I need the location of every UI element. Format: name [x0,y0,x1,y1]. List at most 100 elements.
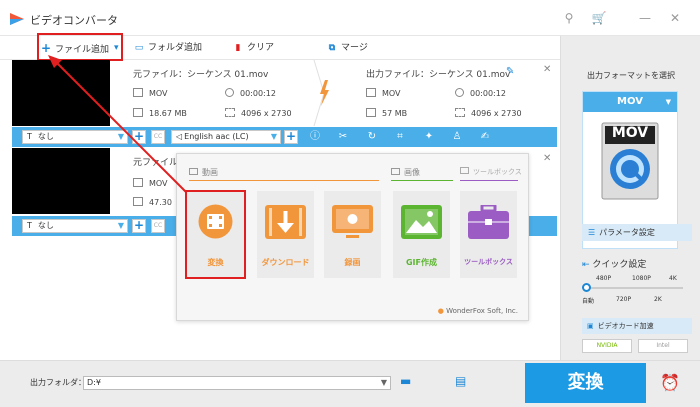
source-duration: 00:00:12 [225,88,276,98]
merge-icon: ⧉ [328,43,336,53]
video-format-icon [133,178,143,187]
image-group-icon [391,168,400,175]
gif-tile[interactable]: GIF作成 [393,191,450,278]
add-folder-button[interactable]: ▭ フォルダ追加 [133,36,202,60]
image-icon [401,205,442,239]
edit-output-icon[interactable]: ✎ [506,66,514,77]
chevron-down-icon: ▼ [117,132,124,141]
output-folder-label: 出力フォルダ： [30,378,86,387]
merge-button[interactable]: ⧉ マージ [326,36,368,60]
popup-brand: ● WonderFox Soft, Inc. [437,307,518,315]
resolution-icon [455,108,465,117]
toolbox-tile-label: ツールボックス [464,258,513,266]
effects-icon[interactable]: ✦ [422,130,436,144]
file-thumbnail[interactable] [12,60,110,126]
output-folder-field[interactable]: D:¥ ▼ [83,376,391,390]
browse-folder-icon[interactable]: ▬ [400,374,411,388]
clear-label: クリア [247,43,275,53]
chevron-down-icon: ▼ [117,221,124,230]
speaker-icon: ◁ [176,132,183,141]
output-format: MOV [366,88,401,98]
format-title: 出力フォーマットを選択 [587,71,675,80]
file-size-icon [133,108,143,117]
text-icon: T [27,221,32,230]
add-subtitle-button[interactable]: + [132,219,146,233]
clock-icon [225,88,234,97]
screen-record-icon [332,205,373,238]
remove-file-icon[interactable]: ✕ [543,153,551,164]
gpu-acceleration-button[interactable]: ▣ ビデオカード加速 [582,318,692,334]
file-size-icon [133,197,143,206]
video-group-icon [189,168,198,175]
convert-button[interactable]: 変換 [525,363,646,403]
subtitle-edit-icon[interactable]: ✍ [478,130,492,144]
add-subtitle-button[interactable]: + [132,130,146,144]
source-size: 47.30 [133,197,172,207]
app-logo-icon [10,13,24,25]
source-size: 18.67 MB [133,108,187,118]
toolbox-tile[interactable]: ツールボックス [460,191,517,278]
feature-popup: 動画 画像 ツールボックス 変換 ダウンロード 録画 GIF作成 ツールボックス… [176,153,529,321]
title-bar: ビデオコンバータ ⚲ 🛒 — ✕ [0,0,700,36]
download-tile[interactable]: ダウンロード [257,191,314,278]
watermark-icon[interactable]: ♙ [450,130,464,144]
add-audio-button[interactable]: + [284,130,298,144]
quick-slider-track[interactable] [585,287,683,289]
wonderfox-logo-icon: ● [437,307,444,315]
subtitle-select[interactable]: T なし ▼ [22,219,128,233]
audio-select[interactable]: ◁ English aac (LC) ▼ [171,130,281,144]
parameter-settings-button[interactable]: ☰ パラメータ設定 [582,224,692,241]
crop-icon[interactable]: ⌗ [393,130,407,144]
file-size-icon [366,108,376,117]
close-icon[interactable]: ✕ [666,10,684,26]
source-resolution: 4096 x 2730 [225,108,292,118]
remove-file-icon[interactable]: ✕ [543,64,551,75]
subtitle-select[interactable]: T なし ▼ [22,130,128,144]
info-icon[interactable]: ⓘ [308,130,322,144]
video-group-line [189,180,379,181]
merge-label: マージ [341,43,368,53]
rotate-icon[interactable]: ↻ [365,130,379,144]
intel-badge[interactable]: Intel [638,339,688,353]
quick-slider-handle[interactable] [582,283,591,292]
cart-icon[interactable]: 🛒 [590,10,608,26]
cc-icon[interactable]: CC [151,219,165,233]
clear-button[interactable]: ▮ クリア [232,36,275,60]
clock-icon [455,88,464,97]
folder-icon: ▭ [134,43,144,53]
right-panel: 出力フォーマットを選択 MOV ▼ MOV ☰ パラメータ設定 ⇤ クイック設定 4… [560,36,700,360]
minimize-icon[interactable]: — [636,10,654,26]
toolbox-group-line [460,180,518,181]
toolbox-group-icon [460,167,469,174]
bottom-bar: 出力フォルダ： D:¥ ▼ ▬ ▤ 変換 ⏰ [0,360,700,407]
scissors-icon[interactable]: ✂ [336,130,350,144]
download-icon [265,205,306,239]
output-file-name: 出力ファイル：シーケンス 01.mov [366,70,511,80]
output-size: 57 MB [366,108,407,118]
gif-tile-label: GIF作成 [405,258,437,267]
slider-tick-720p: 720P [616,296,632,303]
cc-icon[interactable]: CC [151,130,165,144]
alarm-clock-icon[interactable]: ⏰ [660,373,680,392]
chevron-down-icon: ▼ [270,132,277,141]
open-folder-icon[interactable]: ▤ [455,374,466,388]
output-resolution: 4096 x 2730 [455,108,522,118]
nvidia-badge[interactable]: NVIDIA [582,339,632,353]
slider-tick-2k: 2K [654,296,662,303]
quick-icon: ⇤ [582,260,590,270]
pin-icon[interactable]: ⚲ [560,10,578,26]
source-format: MOV [133,88,168,98]
record-tile[interactable]: 録画 [324,191,381,278]
mov-icon-text: MOV [611,125,649,141]
convert-tile-highlight [185,190,246,279]
toolbox-group-label: ツールボックス [460,167,522,177]
record-tile-label: 録画 [344,258,361,267]
output-duration: 00:00:12 [455,88,506,98]
format-value: MOV ▼ [583,92,677,112]
gpu-icon: ▣ [587,322,594,330]
source-format: MOV [133,178,168,188]
file-thumbnail[interactable] [12,148,110,214]
source-file-name: 元ファイル [133,158,179,168]
resolution-icon [225,108,235,117]
slider-tick-480p: 480P [596,275,612,282]
